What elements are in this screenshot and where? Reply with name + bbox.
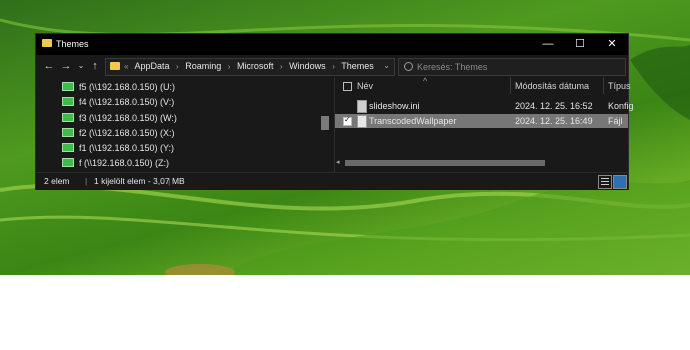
file-explorer-window: Themes — ☐ ✕ ← → ⌄ ↑ « AppData › Roaming… bbox=[35, 33, 634, 190]
chevron-right-icon[interactable]: › bbox=[228, 62, 231, 71]
status-separator: | bbox=[85, 176, 88, 186]
nav-item-drive-v[interactable]: f4 (\\192.168.0.150) (V:) bbox=[62, 95, 174, 110]
column-header-type[interactable]: Típus bbox=[608, 81, 631, 91]
file-row[interactable]: slideshow.ini 2024. 12. 25. 16:52 Konfig bbox=[335, 99, 634, 113]
nav-pane-scrollbar[interactable] bbox=[320, 82, 330, 170]
breadcrumb: « AppData › Roaming › Microsoft › Window… bbox=[124, 61, 378, 71]
drive-label: f5 (\\192.168.0.150) (U:) bbox=[79, 82, 176, 92]
drive-label: f1 (\\192.168.0.150) (Y:) bbox=[79, 143, 175, 153]
nav-item-drive-w[interactable]: f3 (\\192.168.0.150) (W:) bbox=[62, 111, 177, 126]
close-button[interactable]: ✕ bbox=[596, 34, 628, 55]
forward-button[interactable]: → bbox=[59, 59, 73, 73]
breadcrumb-item[interactable]: Windows bbox=[289, 61, 326, 71]
file-type: Fájl bbox=[608, 116, 623, 126]
back-button[interactable]: ← bbox=[42, 59, 56, 73]
network-drive-icon bbox=[62, 143, 74, 153]
nav-item-drive-z[interactable]: f (\\192.168.0.150) (Z:) bbox=[62, 156, 169, 171]
scroll-left-icon[interactable]: ◂ bbox=[336, 158, 340, 166]
file-icon bbox=[357, 115, 367, 128]
chevron-down-icon[interactable]: ⌄ bbox=[383, 61, 390, 70]
file-modified: 2024. 12. 25. 16:52 bbox=[515, 101, 593, 111]
chevron-right-icon[interactable]: › bbox=[176, 62, 179, 71]
file-modified: 2024. 12. 25. 16:49 bbox=[515, 116, 593, 126]
file-list-horizontal-scrollbar[interactable]: ◂ bbox=[335, 158, 615, 168]
column-divider[interactable] bbox=[510, 77, 511, 94]
column-header-name[interactable]: Név bbox=[357, 81, 373, 91]
breadcrumb-item[interactable]: Roaming bbox=[185, 61, 221, 71]
network-drive-icon bbox=[62, 97, 74, 107]
chevron-right-icon[interactable]: › bbox=[280, 62, 283, 71]
title-bar: Themes — ☐ ✕ bbox=[36, 34, 628, 55]
breadcrumb-item[interactable]: Microsoft bbox=[237, 61, 274, 71]
window-title: Themes bbox=[56, 39, 89, 49]
minimize-button[interactable]: — bbox=[532, 34, 564, 55]
navigation-pane: f5 (\\192.168.0.150) (U:) f4 (\\192.168.… bbox=[36, 77, 334, 172]
drive-label: f2 (\\192.168.0.150) (X:) bbox=[79, 128, 175, 138]
config-file-icon bbox=[357, 100, 367, 113]
select-all-checkbox[interactable] bbox=[343, 82, 352, 91]
breadcrumb-item[interactable]: AppData bbox=[134, 61, 169, 71]
file-name: TranscodedWallpaper bbox=[369, 116, 457, 126]
column-header-row: Név ^ Módosítás dátuma Típus bbox=[335, 76, 631, 94]
sort-ascending-icon: ^ bbox=[423, 76, 428, 86]
status-separator: | bbox=[168, 176, 171, 186]
chevron-right-icon[interactable]: › bbox=[332, 62, 335, 71]
file-row-selected[interactable]: TranscodedWallpaper 2024. 12. 25. 16:49 … bbox=[335, 114, 628, 128]
network-drive-icon bbox=[62, 158, 74, 168]
scrollbar-thumb[interactable] bbox=[321, 116, 329, 130]
scrollbar-thumb[interactable] bbox=[345, 160, 545, 166]
selection-info: 1 kijelölt elem - 3,07 MB bbox=[94, 176, 185, 186]
network-drive-icon bbox=[62, 113, 74, 123]
column-divider[interactable] bbox=[603, 77, 604, 94]
details-view-button[interactable] bbox=[598, 175, 612, 189]
nav-item-drive-y[interactable]: f1 (\\192.168.0.150) (Y:) bbox=[62, 141, 174, 156]
network-drive-icon bbox=[62, 82, 74, 92]
breadcrumb-overflow[interactable]: « bbox=[124, 62, 128, 71]
drive-label: f3 (\\192.168.0.150) (W:) bbox=[79, 113, 177, 123]
search-icon bbox=[404, 62, 413, 71]
folder-icon bbox=[42, 39, 52, 47]
status-bar: 2 elem | 1 kijelölt elem - 3,07 MB | bbox=[36, 172, 628, 190]
drive-label: f (\\192.168.0.150) (Z:) bbox=[79, 158, 170, 168]
nav-item-drive-x[interactable]: f2 (\\192.168.0.150) (X:) bbox=[62, 126, 175, 141]
item-count: 2 elem bbox=[44, 176, 70, 186]
column-header-modified[interactable]: Módosítás dátuma bbox=[515, 81, 589, 91]
nav-item-drive-u[interactable]: f5 (\\192.168.0.150) (U:) bbox=[62, 80, 175, 95]
breadcrumb-item[interactable]: Themes bbox=[341, 61, 374, 71]
address-row: ← → ⌄ ↑ « AppData › Roaming › Microsoft … bbox=[36, 55, 628, 77]
folder-icon bbox=[110, 62, 120, 70]
recent-locations-button[interactable]: ⌄ bbox=[74, 59, 88, 73]
maximize-button[interactable]: ☐ bbox=[564, 34, 596, 55]
file-type: Konfig bbox=[608, 101, 634, 111]
search-placeholder[interactable]: Keresés: Themes bbox=[417, 62, 487, 72]
search-box[interactable]: Keresés: Themes bbox=[398, 58, 626, 76]
file-name: slideshow.ini bbox=[369, 101, 420, 111]
network-drive-icon bbox=[62, 128, 74, 138]
up-button[interactable]: ↑ bbox=[88, 59, 102, 73]
large-icons-view-button[interactable] bbox=[613, 175, 627, 189]
address-bar[interactable]: « AppData › Roaming › Microsoft › Window… bbox=[105, 58, 395, 76]
drive-label: f4 (\\192.168.0.150) (V:) bbox=[79, 97, 175, 107]
row-checkbox[interactable] bbox=[343, 115, 352, 126]
